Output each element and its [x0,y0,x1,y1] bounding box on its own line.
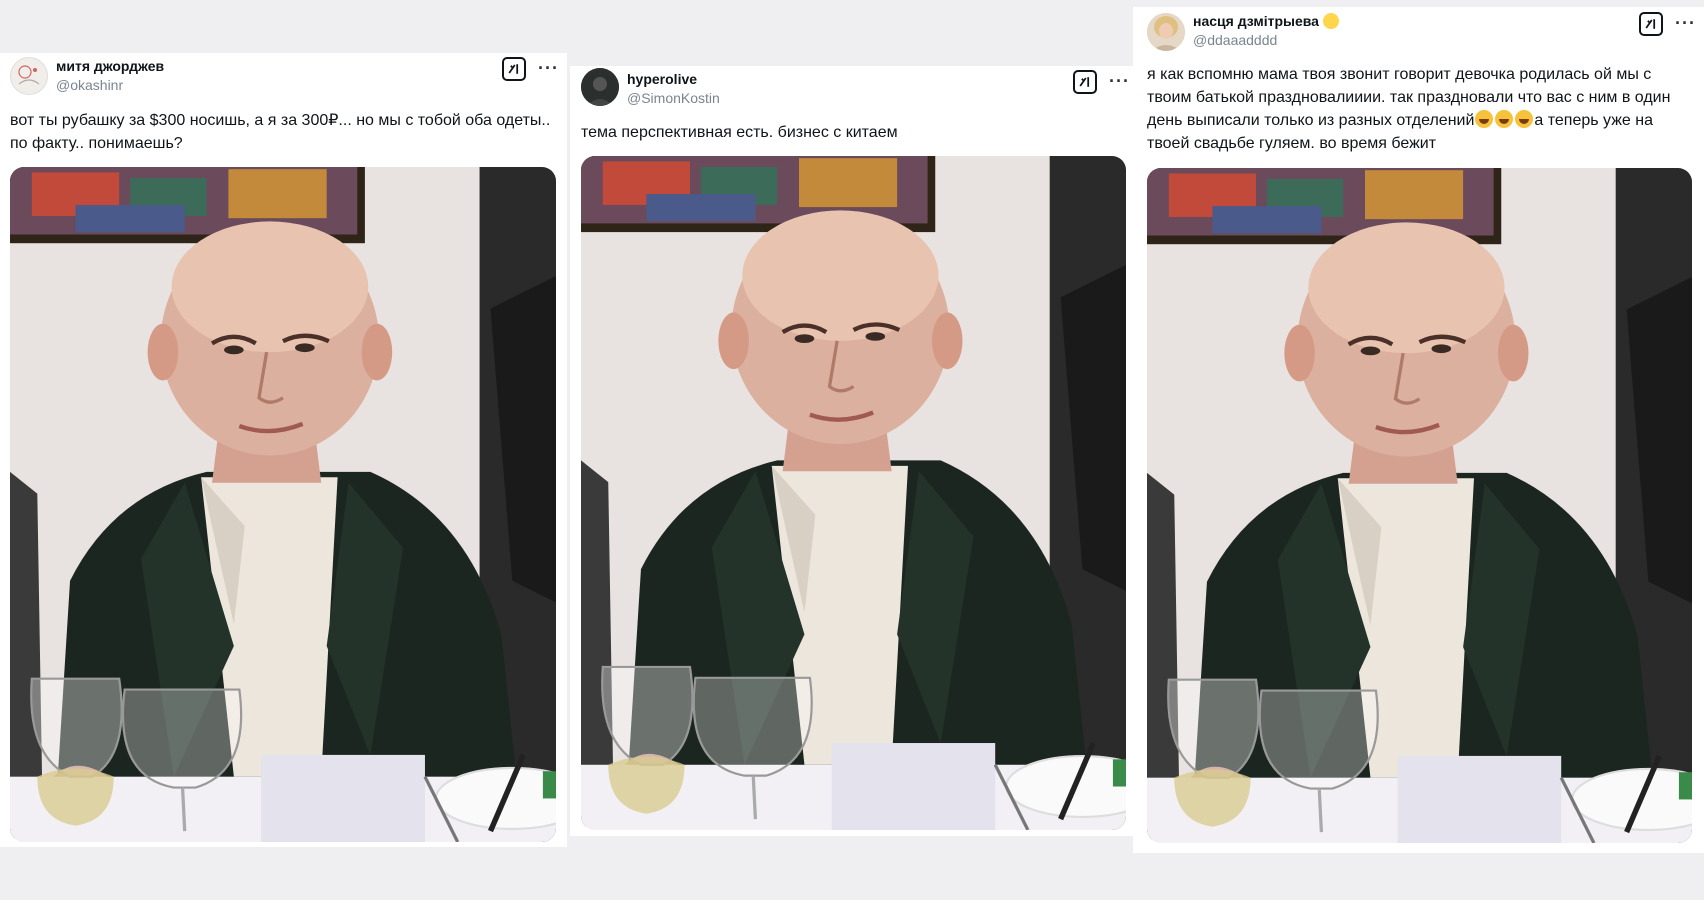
grok-icon[interactable] [1639,12,1663,36]
tweet-card: насця дзмітрыева @ddaaadddd ··· я как вс… [1133,7,1704,853]
author-name[interactable]: hyperolive [627,71,697,87]
tweet-card: hyperolive @SimonKostin ··· тема перспек… [570,66,1134,836]
grok-icon[interactable] [502,57,526,81]
more-options-icon[interactable]: ··· [1109,72,1130,90]
author-handle[interactable]: @okashinr [56,77,123,93]
tweet-photo[interactable] [1147,168,1692,843]
tweet-text: вот ты рубашку за $300 носишь, а я за 30… [10,112,551,152]
avatar-sketch-icon[interactable] [10,57,48,95]
author-handle[interactable]: @ddaaadddd [1193,32,1277,48]
grinning-emoji-icon [1515,110,1534,128]
more-options-icon[interactable]: ··· [538,59,559,77]
author-name[interactable]: насця дзмітрыева [1193,13,1339,29]
author-name[interactable]: митя джорджев [56,58,164,74]
more-options-icon[interactable]: ··· [1675,14,1696,32]
avatar-dark-icon[interactable] [581,68,619,106]
tweet-photo[interactable] [581,156,1126,830]
author-name-text: насця дзмітрыева [1193,13,1319,29]
avatar-blonde-icon[interactable] [1147,13,1185,51]
tweet-card: митя джорджев @okashinr ··· вот ты рубаш… [0,53,567,847]
tweet-text: я как вспомню мама твоя звонит говорит д… [1147,63,1687,155]
chick-emoji-icon [1322,13,1339,29]
author-handle[interactable]: @SimonKostin [627,90,720,106]
tweet-text: тема перспективная есть. бизнес с китаем [581,124,898,141]
grinning-emoji-icon [1495,110,1514,128]
tweet-photo[interactable] [10,167,556,842]
grinning-emoji-icon [1475,110,1494,128]
grok-icon[interactable] [1073,70,1097,94]
